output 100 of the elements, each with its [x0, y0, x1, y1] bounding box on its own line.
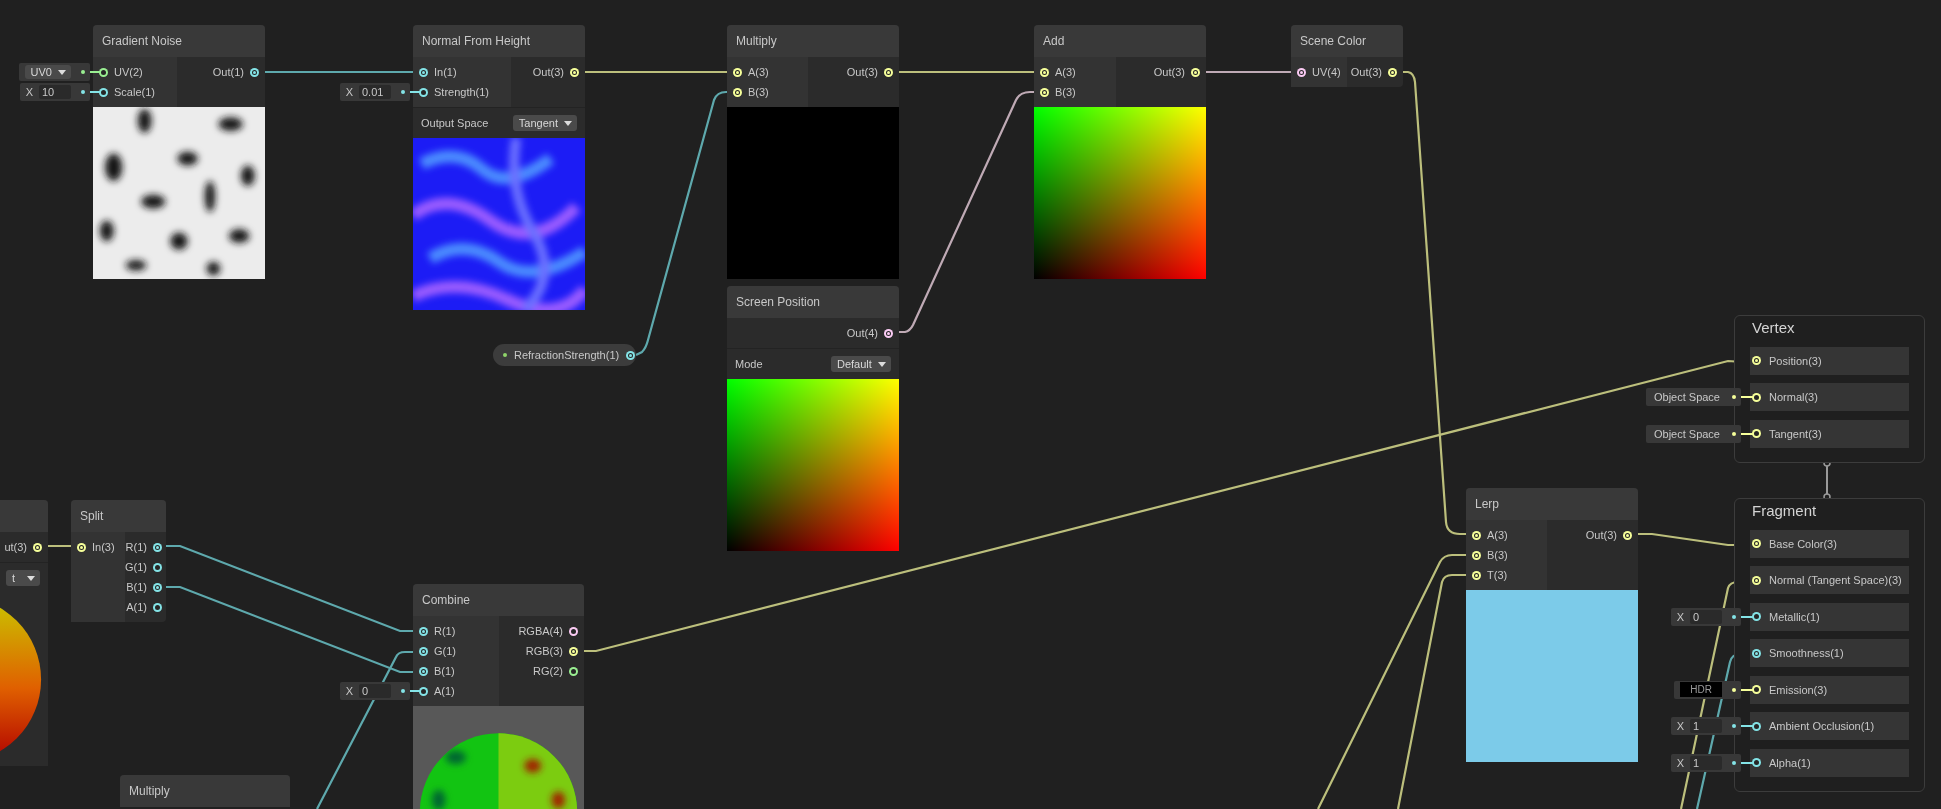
dropdown[interactable]: UV0: [24, 65, 71, 79]
block-label: Smoothness(1): [1769, 647, 1844, 659]
block-row[interactable]: Position(3): [1750, 346, 1909, 375]
port-icon[interactable]: [1623, 530, 1632, 540]
port-icon[interactable]: [569, 626, 578, 636]
port-label: UV(4): [1312, 66, 1341, 78]
port-icon[interactable]: [419, 686, 428, 696]
block-row[interactable]: Tangent(3): [1750, 419, 1909, 448]
node-header[interactable]: Multiply: [727, 25, 899, 57]
port-icon[interactable]: [1752, 539, 1761, 548]
port-icon[interactable]: [1752, 575, 1761, 585]
port-icon[interactable]: [153, 562, 162, 572]
port-icon[interactable]: [419, 666, 428, 676]
port-icon[interactable]: [1040, 87, 1049, 97]
node-card[interactable]: Scene Color UV(4) Out(3): [1291, 25, 1403, 87]
input-field[interactable]: UV0: [18, 63, 90, 81]
port-icon[interactable]: [733, 87, 742, 97]
port-icon[interactable]: [733, 67, 742, 77]
node-header[interactable]: Scene Color: [1291, 25, 1403, 57]
port-icon[interactable]: [1752, 356, 1761, 365]
port-icon[interactable]: [1752, 758, 1761, 767]
node-header[interactable]: Lerp: [1466, 488, 1638, 520]
port-icon[interactable]: [153, 582, 162, 592]
dropdown[interactable]: Default: [831, 356, 891, 372]
port-icon[interactable]: [1472, 570, 1481, 580]
port-icon[interactable]: [419, 87, 428, 97]
input-field[interactable]: X 0.01: [339, 83, 410, 101]
node-header[interactable]: Split: [71, 500, 166, 532]
input-field[interactable]: HDR: [1674, 680, 1741, 699]
port-icon[interactable]: [1297, 67, 1306, 77]
input-field[interactable]: X 1: [1670, 753, 1741, 772]
block-row[interactable]: Normal (Tangent Space)(3): [1750, 566, 1909, 594]
node-header[interactable]: Combine: [413, 584, 584, 616]
port-icon[interactable]: [1752, 721, 1761, 731]
block-row[interactable]: Emission(3): [1750, 675, 1909, 704]
node-card[interactable]: ut(3) t: [0, 500, 48, 766]
space-label[interactable]: Object Space: [1651, 427, 1722, 440]
number-field[interactable]: 1: [1690, 755, 1722, 770]
port-label: A(1): [126, 601, 147, 613]
port-icon[interactable]: [1752, 612, 1761, 621]
port-icon[interactable]: [1752, 685, 1761, 694]
number-field[interactable]: 1: [1690, 719, 1722, 733]
port-icon[interactable]: [419, 646, 428, 656]
port-icon[interactable]: [99, 67, 108, 77]
block-row[interactable]: Metallic(1): [1750, 602, 1909, 631]
axis-label: X: [1676, 720, 1684, 732]
port-icon[interactable]: [569, 666, 578, 676]
node-card[interactable]: Screen Position Out(4) Mode Default: [727, 286, 899, 551]
node-header[interactable]: Gradient Noise: [93, 25, 265, 57]
port-icon[interactable]: [1472, 530, 1481, 540]
port-icon[interactable]: [1752, 648, 1761, 658]
port-icon[interactable]: [33, 542, 42, 552]
number-field[interactable]: 0: [1690, 609, 1722, 624]
port-icon[interactable]: [1752, 392, 1761, 402]
port-icon[interactable]: [1752, 429, 1761, 438]
number-field[interactable]: 0: [359, 684, 391, 698]
port-icon[interactable]: [626, 350, 636, 360]
dropdown[interactable]: t: [6, 570, 40, 586]
port-icon[interactable]: [884, 328, 893, 338]
block-row[interactable]: Alpha(1): [1750, 748, 1909, 777]
port-icon[interactable]: [419, 626, 428, 636]
node-header[interactable]: Add: [1034, 25, 1206, 57]
block-row[interactable]: Base Color(3): [1750, 529, 1909, 558]
input-field[interactable]: Object Space: [1645, 424, 1741, 443]
port-icon[interactable]: [1388, 67, 1397, 77]
node-header[interactable]: Normal From Height: [413, 25, 585, 57]
node-card[interactable]: Split In(3) R(1) G(1) B(1) A(1): [71, 500, 166, 622]
port-icon[interactable]: [1472, 550, 1481, 560]
node-card[interactable]: Multiply: [120, 775, 290, 807]
port-icon[interactable]: [570, 67, 579, 77]
number-field[interactable]: 10: [39, 85, 71, 99]
port-icon[interactable]: [99, 87, 108, 97]
node-card[interactable]: Add A(3) B(3) Out(3): [1034, 25, 1206, 279]
node-card[interactable]: Lerp A(3) B(3) T(3) Out(3): [1466, 488, 1638, 762]
input-field[interactable]: X 0: [1670, 607, 1741, 626]
port-icon[interactable]: [250, 67, 259, 77]
port-icon[interactable]: [77, 542, 86, 552]
input-field[interactable]: X 1: [1670, 717, 1741, 735]
space-label[interactable]: Object Space: [1651, 391, 1722, 403]
block-row[interactable]: Ambient Occlusion(1): [1750, 712, 1909, 740]
input-field[interactable]: X 0: [339, 682, 410, 700]
port-label: Out(1): [212, 66, 244, 78]
dropdown[interactable]: Tangent: [512, 115, 577, 131]
input-field[interactable]: X 10: [19, 83, 90, 101]
port-icon[interactable]: [153, 602, 162, 612]
port-icon[interactable]: [884, 67, 893, 77]
block-row[interactable]: Smoothness(1): [1750, 639, 1909, 667]
color-swatch[interactable]: HDR: [1680, 682, 1722, 697]
number-field[interactable]: 0.01: [359, 85, 391, 99]
port-icon[interactable]: [1040, 67, 1049, 77]
property-node[interactable]: RefractionStrength(1): [493, 344, 636, 366]
port-icon[interactable]: [419, 67, 428, 77]
input-field[interactable]: Object Space: [1645, 388, 1741, 406]
port-icon[interactable]: [569, 646, 578, 656]
node-card[interactable]: Multiply A(3) B(3) Out(3): [727, 25, 899, 279]
block-row[interactable]: Normal(3): [1750, 383, 1909, 411]
node-header[interactable]: Screen Position: [727, 286, 899, 318]
port-label: A(1): [434, 685, 455, 697]
port-icon[interactable]: [1191, 67, 1200, 77]
port-icon[interactable]: [153, 542, 162, 552]
